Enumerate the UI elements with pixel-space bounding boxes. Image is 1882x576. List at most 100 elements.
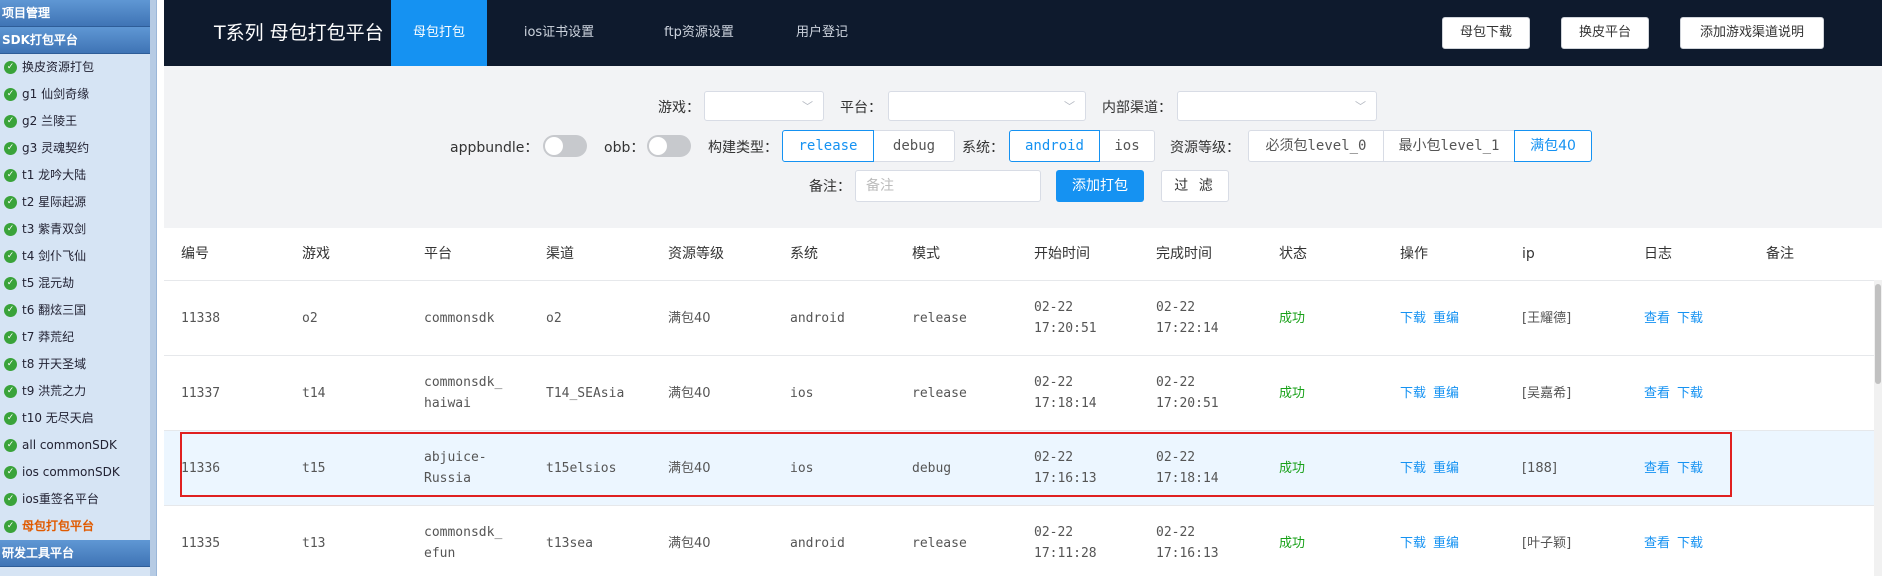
sidebar-item-label: g1 仙剑奇缘 [22,87,90,101]
cell-id: 11337 [181,385,221,401]
add-pack-button[interactable]: 添加打包 [1056,170,1144,202]
sidebar-item-t3[interactable]: ✓ t3 紫青双剑 [0,216,156,243]
app-title: T系列 母包打包平台 [214,22,384,44]
chevron-down-icon: ﹀ [1064,100,1075,113]
sidebar-item-g2[interactable]: ✓ g2 兰陵王 [0,108,156,135]
download-log-link[interactable]: 下载 [1677,533,1703,554]
sidebar-item-label: g2 兰陵王 [22,114,78,128]
rebuild-link[interactable]: 重编 [1433,458,1459,479]
cell-platform: abjuice- Russia [424,450,487,486]
download-base-pack-button[interactable]: 母包下载 [1442,17,1530,49]
download-log-link[interactable]: 下载 [1677,308,1703,329]
check-circle-icon: ✓ [4,439,17,452]
cell-remark [1749,431,1869,505]
add-channel-guide-button[interactable]: 添加游戏渠道说明 [1680,17,1824,49]
check-circle-icon: ✓ [4,88,17,101]
cell-channel: t13sea [546,535,593,551]
resource-level-full[interactable]: 满包40 [1514,130,1592,162]
sidebar-item-g1[interactable]: ✓ g1 仙剑奇缘 [0,81,156,108]
skin-platform-button[interactable]: 换皮平台 [1561,17,1649,49]
download-log-link[interactable]: 下载 [1677,383,1703,404]
sidebar-scrollbar[interactable] [150,0,156,576]
game-select[interactable]: ﹀ [704,91,824,121]
check-circle-icon: ✓ [4,385,17,398]
tab-ftp-resource[interactable]: ftp资源设置 [631,0,767,66]
check-circle-icon: ✓ [4,61,17,74]
sidebar-item-t4[interactable]: ✓ t4 剑仆飞仙 [0,243,156,270]
view-log-link[interactable]: 查看 [1644,383,1670,404]
sidebar-item-ios-commonsdk[interactable]: ✓ ios commonSDK [0,459,156,486]
rebuild-link[interactable]: 重编 [1433,533,1459,554]
cell-status: 成功 [1279,310,1306,326]
sidebar-item-t1[interactable]: ✓ t1 龙吟大陆 [0,162,156,189]
build-type-debug[interactable]: debug [873,130,955,162]
platform-select[interactable]: ﹀ [888,91,1086,121]
cell-system: android [790,535,845,551]
download-link[interactable]: 下载 [1400,383,1426,404]
remark-input[interactable] [855,170,1041,202]
build-type-release[interactable]: release [782,130,874,162]
table-scrollbar[interactable] [1874,280,1882,576]
column-header: 操作 [1400,245,1428,262]
table-row[interactable]: 11337 t14 commonsdk_ haiwai T14_SEAsia 满包40 i… [164,356,1874,431]
filter-button[interactable]: 过 滤 [1161,170,1229,202]
tab-ios-cert[interactable]: ios证书设置 [487,0,631,66]
scrollbar-thumb[interactable] [1875,284,1881,384]
cell-remark [1749,506,1869,576]
column-header: 备注 [1766,245,1794,262]
sidebar: 项目管理 SDK打包平台 ✓ 换皮资源打包 ✓ g1 仙剑奇缘 ✓ g2 兰陵王 ✓ g… [0,0,157,576]
table-row[interactable]: 11336 t15 abjuice- Russia t15elsios 满包40 ios d… [164,431,1874,506]
check-circle-icon: ✓ [4,304,17,317]
cell-mode: release [912,385,967,401]
sidebar-item-t10[interactable]: ✓ t10 无尽天启 [0,405,156,432]
appbundle-toggle[interactable] [543,135,587,157]
sidebar-item-ios-resign[interactable]: ✓ ios重签名平台 [0,486,156,513]
sidebar-item-t7[interactable]: ✓ t7 莽荒纪 [0,324,156,351]
cell-mode: release [912,535,967,551]
view-log-link[interactable]: 查看 [1644,533,1670,554]
sidebar-item-label: 母包打包平台 [22,519,95,533]
sidebar-header-project[interactable]: 项目管理 [0,0,156,27]
download-link[interactable]: 下载 [1400,308,1426,329]
remark-label: 备注： [809,179,851,195]
download-link[interactable]: 下载 [1400,458,1426,479]
system-ios[interactable]: ios [1099,130,1155,162]
obb-toggle[interactable] [647,135,691,157]
cell-end-time: 02-22 17:22:14 [1156,300,1219,336]
sidebar-item-t5[interactable]: ✓ t5 混元劫 [0,270,156,297]
sidebar-item-base-pack-platform[interactable]: ✓ 母包打包平台 [0,513,156,540]
sidebar-item-t8[interactable]: ✓ t8 开天圣域 [0,351,156,378]
sidebar-header-dev-tools[interactable]: 研发工具平台 [0,540,156,567]
rebuild-link[interactable]: 重编 [1433,383,1459,404]
cell-remark [1749,281,1869,355]
view-log-link[interactable]: 查看 [1644,458,1670,479]
tab-base-pack[interactable]: 母包打包 [391,0,487,66]
cell-ip: [王耀德] [1522,310,1572,326]
sidebar-item-t2[interactable]: ✓ t2 星际起源 [0,189,156,216]
resource-level-1[interactable]: 最小包level_1 [1383,130,1515,162]
download-link[interactable]: 下载 [1400,533,1426,554]
sidebar-item-label: t7 莽荒纪 [22,330,75,344]
cell-remark [1749,356,1869,430]
table-row[interactable]: 11335 t13 commonsdk_ efun t13sea 满包40 android… [164,506,1874,576]
column-header: 编号 [181,245,209,262]
sidebar-item-t9[interactable]: ✓ t9 洪荒之力 [0,378,156,405]
view-log-link[interactable]: 查看 [1644,308,1670,329]
sidebar-item-all-commonsdk[interactable]: ✓ all commonSDK [0,432,156,459]
sidebar-item-t6[interactable]: ✓ t6 翻炫三国 [0,297,156,324]
system-android[interactable]: android [1009,130,1100,162]
cell-platform: commonsdk [424,310,495,326]
cell-platform: commonsdk_ efun [424,525,503,561]
sidebar-header-sdk[interactable]: SDK打包平台 [0,27,156,54]
resource-level-0[interactable]: 必须包level_0 [1248,130,1384,162]
cell-mode: release [912,310,967,326]
rebuild-link[interactable]: 重编 [1433,308,1459,329]
channel-select[interactable]: ﹀ [1177,91,1377,121]
sidebar-item-skin-pack[interactable]: ✓ 换皮资源打包 [0,54,156,81]
sidebar-item-g3[interactable]: ✓ g3 灵魂契约 [0,135,156,162]
tab-user-register[interactable]: 用户登记 [767,0,877,66]
sidebar-item-label: t2 星际起源 [22,195,87,209]
table-row[interactable]: 11338 o2 commonsdk o2 满包40 android release 02-2… [164,281,1874,356]
download-log-link[interactable]: 下载 [1677,458,1703,479]
cell-start-time: 02-22 17:11:28 [1034,525,1097,561]
